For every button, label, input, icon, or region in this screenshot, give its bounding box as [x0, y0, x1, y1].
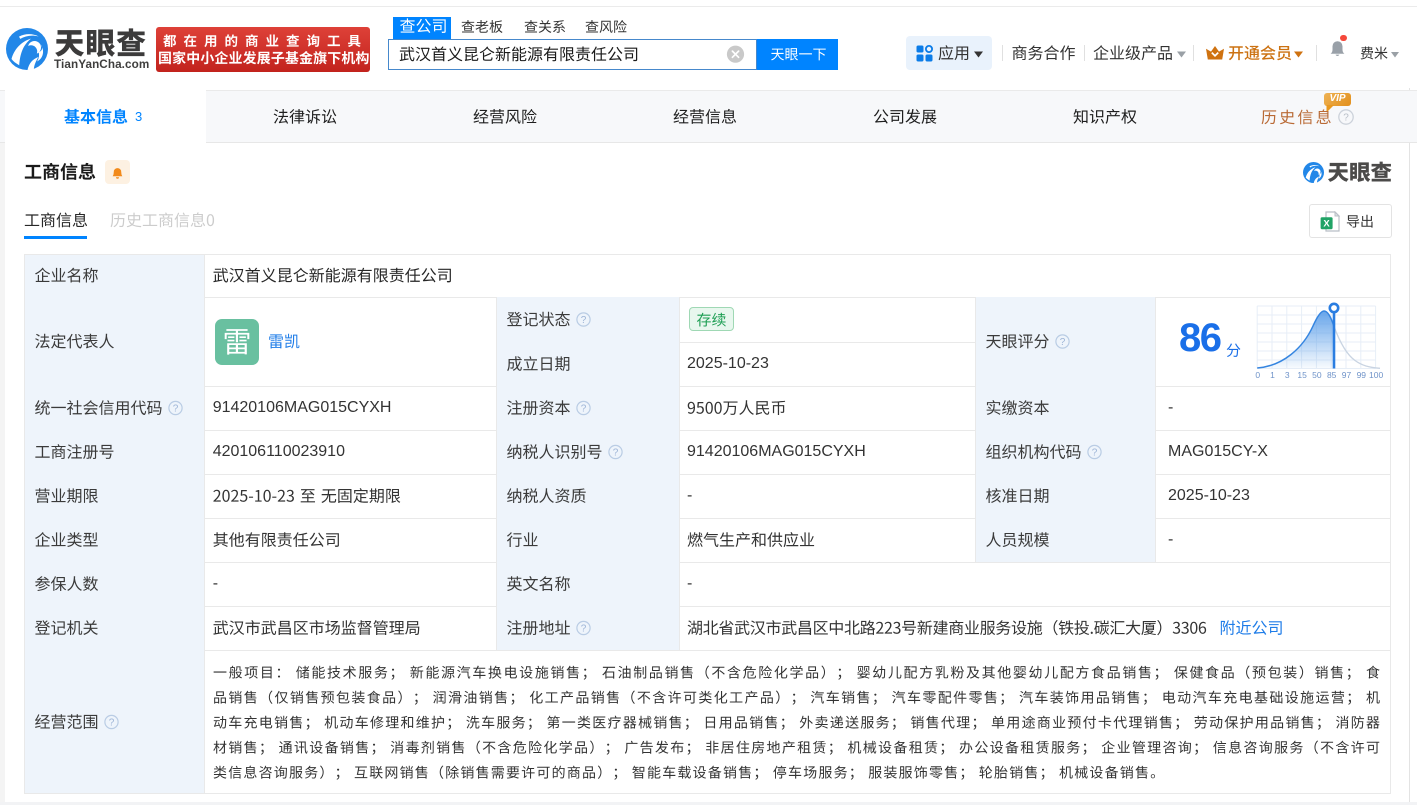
- svg-text:X: X: [1323, 219, 1330, 230]
- svg-text:?: ?: [1343, 113, 1349, 124]
